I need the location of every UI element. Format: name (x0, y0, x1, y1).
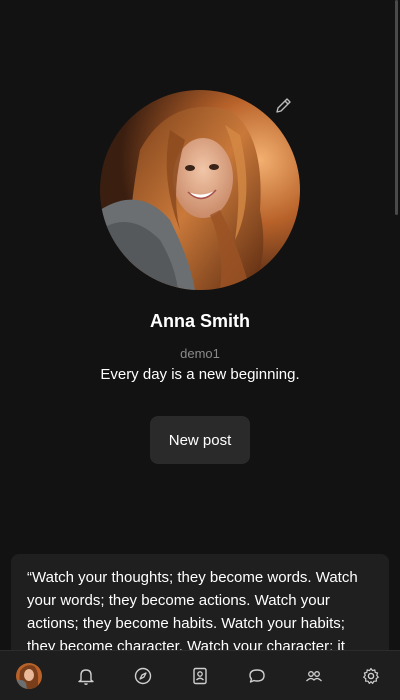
compass-icon (134, 667, 152, 684)
profile-avatar (100, 90, 300, 290)
new-post-button[interactable]: New post (150, 416, 250, 464)
profile-bio: Every day is a new beginning. (100, 366, 300, 383)
nav-settings[interactable] (351, 656, 391, 696)
nav-contacts[interactable] (180, 656, 220, 696)
bookmark-user-icon (193, 667, 207, 684)
nav-profile[interactable] (9, 656, 49, 696)
chat-icon (249, 668, 265, 683)
bottom-nav (0, 650, 400, 700)
profile-name: Anna Smith (149, 311, 250, 331)
nav-messages[interactable] (237, 656, 277, 696)
nav-explore[interactable] (123, 656, 163, 696)
gear-icon (363, 667, 380, 684)
profile-page: Anna Smith demo1 Every day is a new begi… (0, 0, 400, 700)
pencil-icon[interactable] (274, 95, 294, 115)
scrollbar[interactable] (395, 0, 398, 215)
nav-groups[interactable] (294, 656, 334, 696)
group-icon (306, 670, 323, 681)
profile-username: demo1 (180, 346, 220, 361)
bell-icon (78, 668, 94, 685)
nav-avatar (15, 662, 42, 689)
avatar-photo (100, 90, 300, 290)
nav-notifications[interactable] (66, 656, 106, 696)
